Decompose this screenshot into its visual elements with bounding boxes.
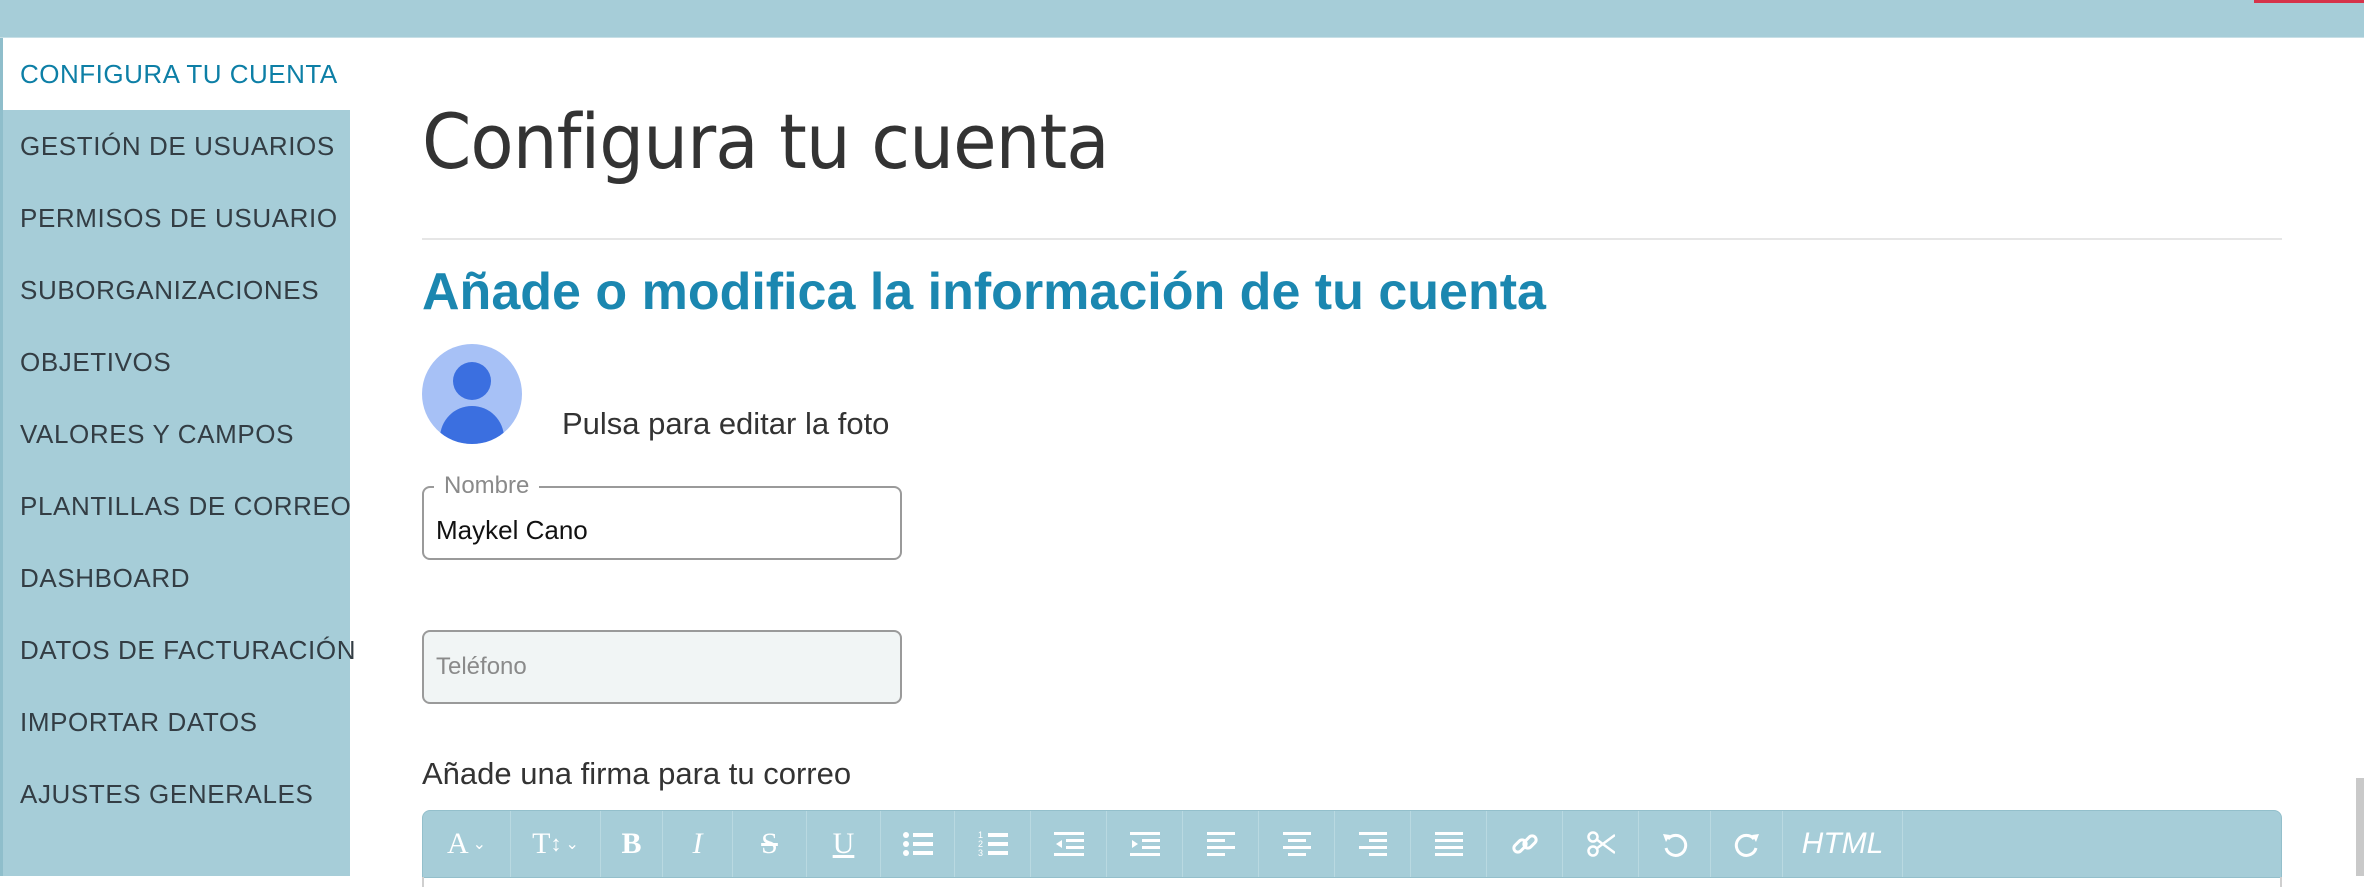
phone-field (422, 630, 902, 704)
font-size-icon: T (532, 827, 551, 860)
sidebar-item-permisos-de-usuario[interactable]: PERMISOS DE USUARIO (0, 182, 350, 254)
justify-icon (1434, 832, 1463, 856)
bold-button[interactable]: B (601, 811, 663, 877)
sidebar-item-plantillas-de-correo[interactable]: PLANTILLAS DE CORREO (0, 470, 351, 542)
phone-input[interactable] (424, 632, 900, 702)
html-button[interactable]: HTML (1783, 811, 1903, 877)
redo-button[interactable] (1711, 811, 1783, 877)
align-center-button[interactable] (1259, 811, 1335, 877)
avatar-body-shape (440, 406, 504, 444)
scrollbar[interactable] (2356, 778, 2364, 876)
font-color-icon: A (446, 827, 469, 860)
signature-editor-toolbar: A ⌄ T ↕ ⌄ B I S U 123 HTML (422, 810, 2282, 887)
name-field: Nombre (422, 473, 902, 560)
strikethrough-button[interactable]: S (733, 811, 807, 877)
numbered-list-icon: 123 (978, 830, 1008, 858)
page-title: Configura tu cuenta (422, 97, 1110, 186)
sidebar-item-ajustes-generales[interactable]: AJUSTES GENERALES (0, 758, 350, 830)
numbered-list-button[interactable]: 123 (955, 811, 1031, 877)
strikethrough-icon: S (761, 827, 778, 860)
top-bar (0, 0, 2364, 38)
align-left-icon (1206, 832, 1235, 856)
undo-icon (1662, 833, 1687, 857)
edit-photo-link[interactable]: Pulsa para editar la foto (562, 406, 889, 442)
sidebar-item-dashboard[interactable]: DASHBOARD (0, 542, 350, 614)
italic-icon: I (692, 827, 703, 860)
font-size-button[interactable]: T ↕ ⌄ (511, 811, 601, 877)
chevron-down-icon: ⌄ (472, 836, 487, 853)
svg-text:3: 3 (978, 848, 983, 858)
link-button[interactable] (1487, 811, 1563, 877)
align-right-button[interactable] (1335, 811, 1411, 877)
outdent-icon (1053, 832, 1084, 856)
name-input[interactable] (424, 488, 900, 558)
italic-button[interactable]: I (663, 811, 733, 877)
underline-button[interactable]: U (807, 811, 881, 877)
align-left-button[interactable] (1183, 811, 1259, 877)
top-right-indicator (2254, 0, 2364, 3)
sidebar-item-importar-datos[interactable]: IMPORTAR DATOS (0, 686, 350, 758)
link-icon (1511, 834, 1538, 854)
sidebar-item-gestion-de-usuarios[interactable]: GESTIÓN DE USUARIOS (0, 110, 350, 182)
signature-label: Añade una firma para tu correo (422, 756, 852, 791)
bullet-list-button[interactable] (881, 811, 955, 877)
redo-icon (1734, 833, 1759, 857)
font-size-arrows-icon: ↕ (550, 831, 562, 856)
bullet-list-icon (902, 832, 933, 856)
font-color-button[interactable]: A ⌄ (423, 811, 511, 877)
align-center-icon (1282, 832, 1311, 856)
section-subtitle: Añade o modifica la información de tu cu… (422, 263, 1546, 321)
indent-button[interactable] (1107, 811, 1183, 877)
sidebar-item-valores-y-campos[interactable]: VALORES Y CAMPOS (0, 398, 350, 470)
undo-button[interactable] (1639, 811, 1711, 877)
sidebar-item-suborganizaciones[interactable]: SUBORGANIZACIONES (0, 254, 350, 326)
bold-icon: B (621, 827, 642, 860)
editor-body-edge (422, 877, 2282, 887)
align-right-icon (1358, 832, 1387, 856)
outdent-button[interactable] (1031, 811, 1107, 877)
justify-button[interactable] (1411, 811, 1487, 877)
sidebar-item-objetivos[interactable]: OBJETIVOS (0, 326, 350, 398)
main-content: Configura tu cuenta Añade o modifica la … (350, 38, 2364, 887)
scissors-icon (1586, 831, 1615, 857)
user-avatar-icon[interactable] (422, 344, 522, 444)
indent-icon (1129, 832, 1160, 856)
settings-sidebar: CONFIGURA TU CUENTA GESTIÓN DE USUARIOS … (0, 38, 355, 876)
sidebar-item-configura-tu-cuenta[interactable]: CONFIGURA TU CUENTA (3, 38, 350, 110)
html-label: HTML (1801, 827, 1884, 860)
title-divider (422, 238, 2282, 240)
avatar-head-shape (453, 362, 491, 400)
underline-icon: U (832, 827, 855, 860)
cut-button[interactable] (1563, 811, 1639, 877)
chevron-down-icon: ⌄ (565, 836, 579, 853)
sidebar-item-datos-de-facturacion[interactable]: DATOS DE FACTURACIÓN (0, 614, 355, 686)
